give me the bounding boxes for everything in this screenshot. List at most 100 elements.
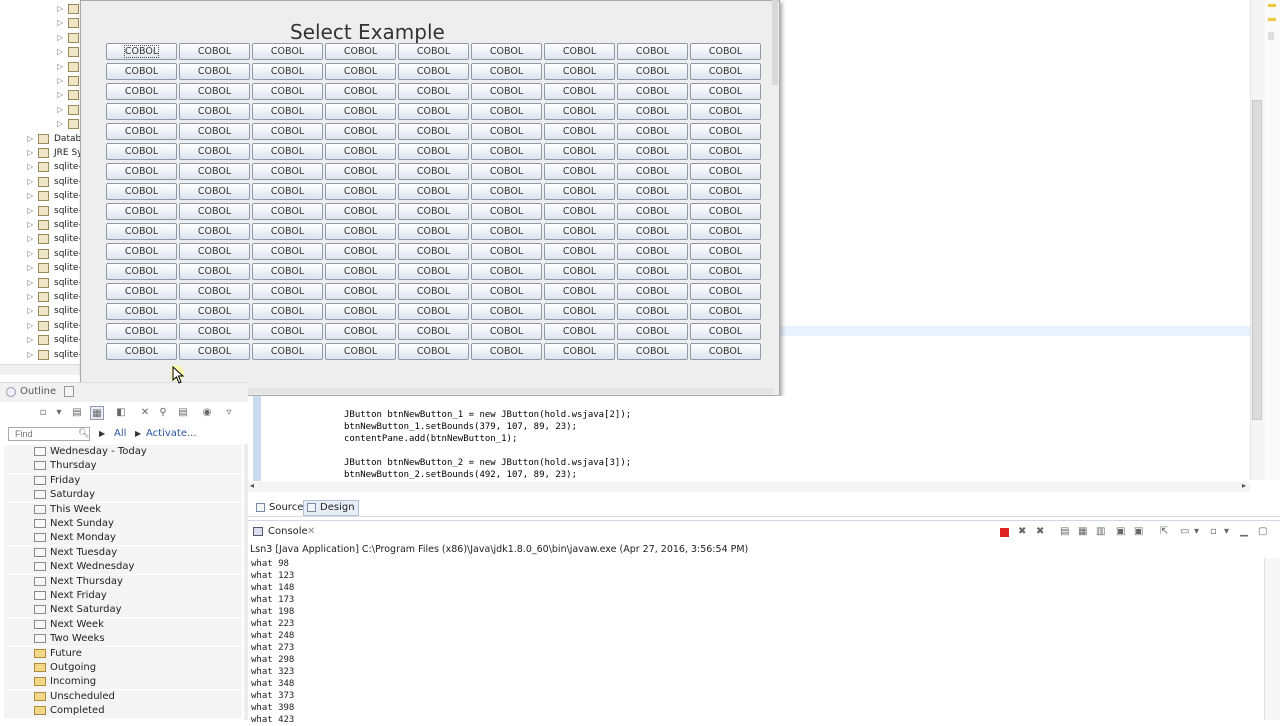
cobol-button[interactable]: COBOL	[544, 343, 615, 360]
cobol-button[interactable]: COBOL	[544, 123, 615, 140]
package-tree-item[interactable]: ▷ sqlite-	[0, 348, 80, 362]
task-list-vscrollbar[interactable]	[244, 444, 248, 720]
console-vscrollbar[interactable]	[1264, 558, 1280, 720]
cobol-button[interactable]: COBOL	[252, 83, 323, 100]
cobol-button[interactable]: COBOL	[617, 343, 688, 360]
cobol-button[interactable]: COBOL	[106, 343, 177, 360]
cobol-button[interactable]: COBOL	[179, 263, 250, 280]
cobol-button[interactable]: COBOL	[398, 343, 469, 360]
cobol-button[interactable]: COBOL	[471, 323, 542, 340]
code-line[interactable]: btnNewButton_2.setBounds(492, 107, 89, 2…	[344, 469, 577, 481]
cobol-button[interactable]: COBOL	[544, 103, 615, 120]
package-tree-item[interactable]: ▷	[0, 31, 80, 45]
cobol-button[interactable]: COBOL	[617, 123, 688, 140]
package-tree-item[interactable]: ▷ JRE Sy	[0, 146, 80, 160]
cobol-button[interactable]: COBOL	[325, 43, 396, 60]
package-tree-item[interactable]: ▷ sqlite-	[0, 304, 80, 318]
cobol-button[interactable]: COBOL	[252, 163, 323, 180]
package-tree-item[interactable]: ▷ sqlite-	[0, 290, 80, 304]
package-tree-item[interactable]: ▷ sqlite-	[0, 218, 80, 232]
cobol-button[interactable]: COBOL	[106, 143, 177, 160]
expand-toggle-icon[interactable]: ▷	[27, 218, 33, 232]
cobol-button[interactable]: COBOL	[690, 103, 761, 120]
hide-completed-icon[interactable]: ◧	[114, 406, 128, 420]
cobol-button[interactable]: COBOL	[690, 83, 761, 100]
scroll-left-icon[interactable]: ◂	[250, 481, 254, 490]
cobol-button[interactable]: COBOL	[617, 303, 688, 320]
cobol-button[interactable]: COBOL	[398, 283, 469, 300]
search-icon[interactable]: 🔍︎	[78, 429, 89, 439]
task-category-item[interactable]: Next Thursday	[4, 574, 242, 589]
cobol-button[interactable]: COBOL	[617, 203, 688, 220]
cobol-button[interactable]: COBOL	[252, 283, 323, 300]
package-tree-item[interactable]: ▷ sqlite-	[0, 261, 80, 275]
cobol-button[interactable]: COBOL	[325, 103, 396, 120]
expand-toggle-icon[interactable]: ▷	[57, 60, 63, 74]
cobol-button[interactable]: COBOL	[398, 63, 469, 80]
cobol-button[interactable]: COBOL	[398, 103, 469, 120]
task-category-item[interactable]: Wednesday - Today	[4, 445, 242, 459]
cobol-button[interactable]: COBOL	[252, 303, 323, 320]
cobol-button[interactable]: COBOL	[690, 143, 761, 160]
cobol-button[interactable]: COBOL	[617, 243, 688, 260]
cobol-button[interactable]: COBOL	[544, 143, 615, 160]
package-tree-item[interactable]: ▷Sc	[0, 117, 80, 131]
minimize-icon[interactable]: ▁	[1240, 527, 1250, 537]
filter-icon[interactable]: ✕	[138, 406, 152, 420]
remove-all-icon[interactable]: ✖	[1036, 527, 1046, 537]
cobol-button[interactable]: COBOL	[252, 183, 323, 200]
cobol-button[interactable]: COBOL	[252, 243, 323, 260]
cobol-button[interactable]: COBOL	[690, 223, 761, 240]
package-explorer-hscrollbar[interactable]	[0, 364, 80, 375]
expand-toggle-icon[interactable]: ▷	[57, 16, 63, 30]
cobol-button[interactable]: COBOL	[471, 343, 542, 360]
cobol-button[interactable]: COBOL	[325, 63, 396, 80]
cobol-button[interactable]: COBOL	[325, 123, 396, 140]
task-category-item[interactable]: Next Week	[4, 617, 242, 632]
show-console-out-icon[interactable]: ▣	[1116, 527, 1126, 537]
cobol-button[interactable]: COBOL	[252, 203, 323, 220]
cobol-button[interactable]: COBOL	[617, 263, 688, 280]
cobol-button[interactable]: COBOL	[471, 163, 542, 180]
cobol-button[interactable]: COBOL	[544, 223, 615, 240]
cobol-button[interactable]: COBOL	[471, 283, 542, 300]
cobol-button[interactable]: COBOL	[252, 263, 323, 280]
cobol-button[interactable]: COBOL	[398, 323, 469, 340]
cobol-button[interactable]: COBOL	[471, 143, 542, 160]
cobol-button[interactable]: COBOL	[617, 43, 688, 60]
cobol-button[interactable]: COBOL	[252, 223, 323, 240]
cobol-button[interactable]: COBOL	[106, 103, 177, 120]
cobol-button[interactable]: COBOL	[471, 203, 542, 220]
cobol-button[interactable]: COBOL	[544, 183, 615, 200]
package-tree-item[interactable]: ▷ sqlite-	[0, 160, 80, 174]
activate-link[interactable]: Activate...	[146, 428, 197, 439]
show-console-err-icon[interactable]: ▣	[1134, 527, 1144, 537]
cobol-button[interactable]: COBOL	[690, 343, 761, 360]
cobol-button[interactable]: COBOL	[179, 163, 250, 180]
expand-toggle-icon[interactable]: ▷	[57, 103, 63, 117]
expand-toggle-icon[interactable]: ▷	[27, 276, 33, 290]
cobol-button[interactable]: COBOL	[106, 323, 177, 340]
cobol-button[interactable]: COBOL	[471, 223, 542, 240]
cobol-button[interactable]: COBOL	[325, 243, 396, 260]
cobol-button[interactable]: COBOL	[471, 183, 542, 200]
cobol-button[interactable]: COBOL	[252, 63, 323, 80]
cobol-button[interactable]: COBOL	[544, 163, 615, 180]
cobol-button[interactable]: COBOL	[471, 263, 542, 280]
cobol-button[interactable]: COBOL	[325, 143, 396, 160]
task-category-item[interactable]: Next Wednesday	[4, 560, 242, 575]
cobol-button[interactable]: COBOL	[252, 143, 323, 160]
expand-toggle-icon[interactable]: ▷	[27, 189, 33, 203]
cobol-button[interactable]: COBOL	[179, 323, 250, 340]
cobol-button[interactable]: COBOL	[544, 43, 615, 60]
stop-icon[interactable]	[1000, 528, 1009, 537]
task-category-item[interactable]: Unscheduled	[4, 689, 242, 704]
package-tree-item[interactable]: ▷	[0, 88, 80, 102]
cobol-button[interactable]: COBOL	[398, 163, 469, 180]
cobol-button[interactable]: COBOL	[471, 243, 542, 260]
focus-icon[interactable]: ⚲	[156, 406, 170, 420]
cobol-button[interactable]: COBOL	[325, 183, 396, 200]
maximize-icon[interactable]: ▢	[1258, 527, 1268, 537]
cobol-button[interactable]: COBOL	[179, 63, 250, 80]
cobol-button[interactable]: COBOL	[106, 163, 177, 180]
